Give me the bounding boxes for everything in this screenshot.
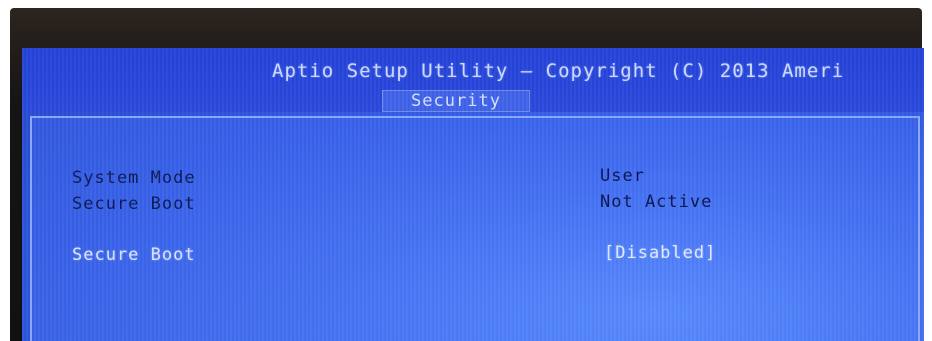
tab-security[interactable]: Security <box>382 90 530 112</box>
secure-boot-status-label: Secure Boot <box>72 194 196 214</box>
bios-header: Aptio Setup Utility – Copyright (C) 2013… <box>22 48 924 112</box>
bios-title: Aptio Setup Utility – Copyright (C) 2013… <box>272 60 845 82</box>
secure-boot-option-value[interactable]: [Disabled] <box>604 243 716 263</box>
system-mode-label: System Mode <box>72 168 196 188</box>
secure-boot-status-value: Not Active <box>600 192 713 212</box>
photo-frame: Aptio Setup Utility – Copyright (C) 2013… <box>0 0 932 341</box>
settings-panel <box>30 116 920 341</box>
secure-boot-option-label[interactable]: Secure Boot <box>72 245 196 265</box>
bios-screen: Aptio Setup Utility – Copyright (C) 2013… <box>22 48 924 341</box>
system-mode-value: User <box>600 166 645 186</box>
